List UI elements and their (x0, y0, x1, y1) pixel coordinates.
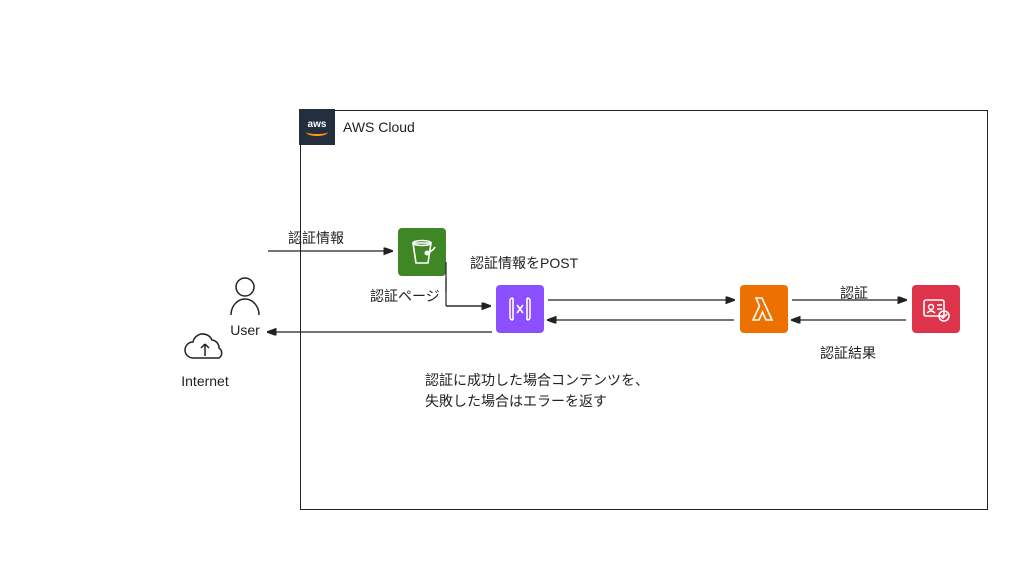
cloudfront-icon (496, 285, 544, 333)
credentials-post-label: 認証情報をPOST (470, 253, 578, 273)
return-line-2: 失敗した場合はエラーを返す (425, 393, 607, 409)
user-icon (227, 275, 263, 315)
auth-result-label: 認証結果 (820, 343, 876, 363)
credentials-label: 認証情報 (288, 228, 344, 248)
aws-logo-icon: aws (299, 109, 335, 145)
lambda-node (740, 285, 788, 333)
internet-label: Internet (175, 373, 235, 389)
user-label: User (220, 322, 270, 338)
auth-label: 認証 (840, 283, 868, 303)
s3-bucket-icon (398, 228, 446, 276)
identity-icon (912, 285, 960, 333)
lambda-icon (740, 285, 788, 333)
iam-node (912, 285, 960, 333)
aws-cloud-box: aws AWS Cloud (300, 110, 988, 510)
aws-header: aws AWS Cloud (299, 109, 415, 145)
user-node: User (220, 275, 270, 338)
internet-node: Internet (175, 330, 235, 389)
s3-node (398, 228, 446, 276)
aws-cloud-title: AWS Cloud (343, 119, 415, 135)
cloudfront-node (496, 285, 544, 333)
s3-label: 認証ページ (370, 286, 440, 306)
return-line-1: 認証に成功した場合コンテンツを、 (425, 372, 649, 388)
return-content-label: 認証に成功した場合コンテンツを、 失敗した場合はエラーを返す (425, 370, 649, 412)
